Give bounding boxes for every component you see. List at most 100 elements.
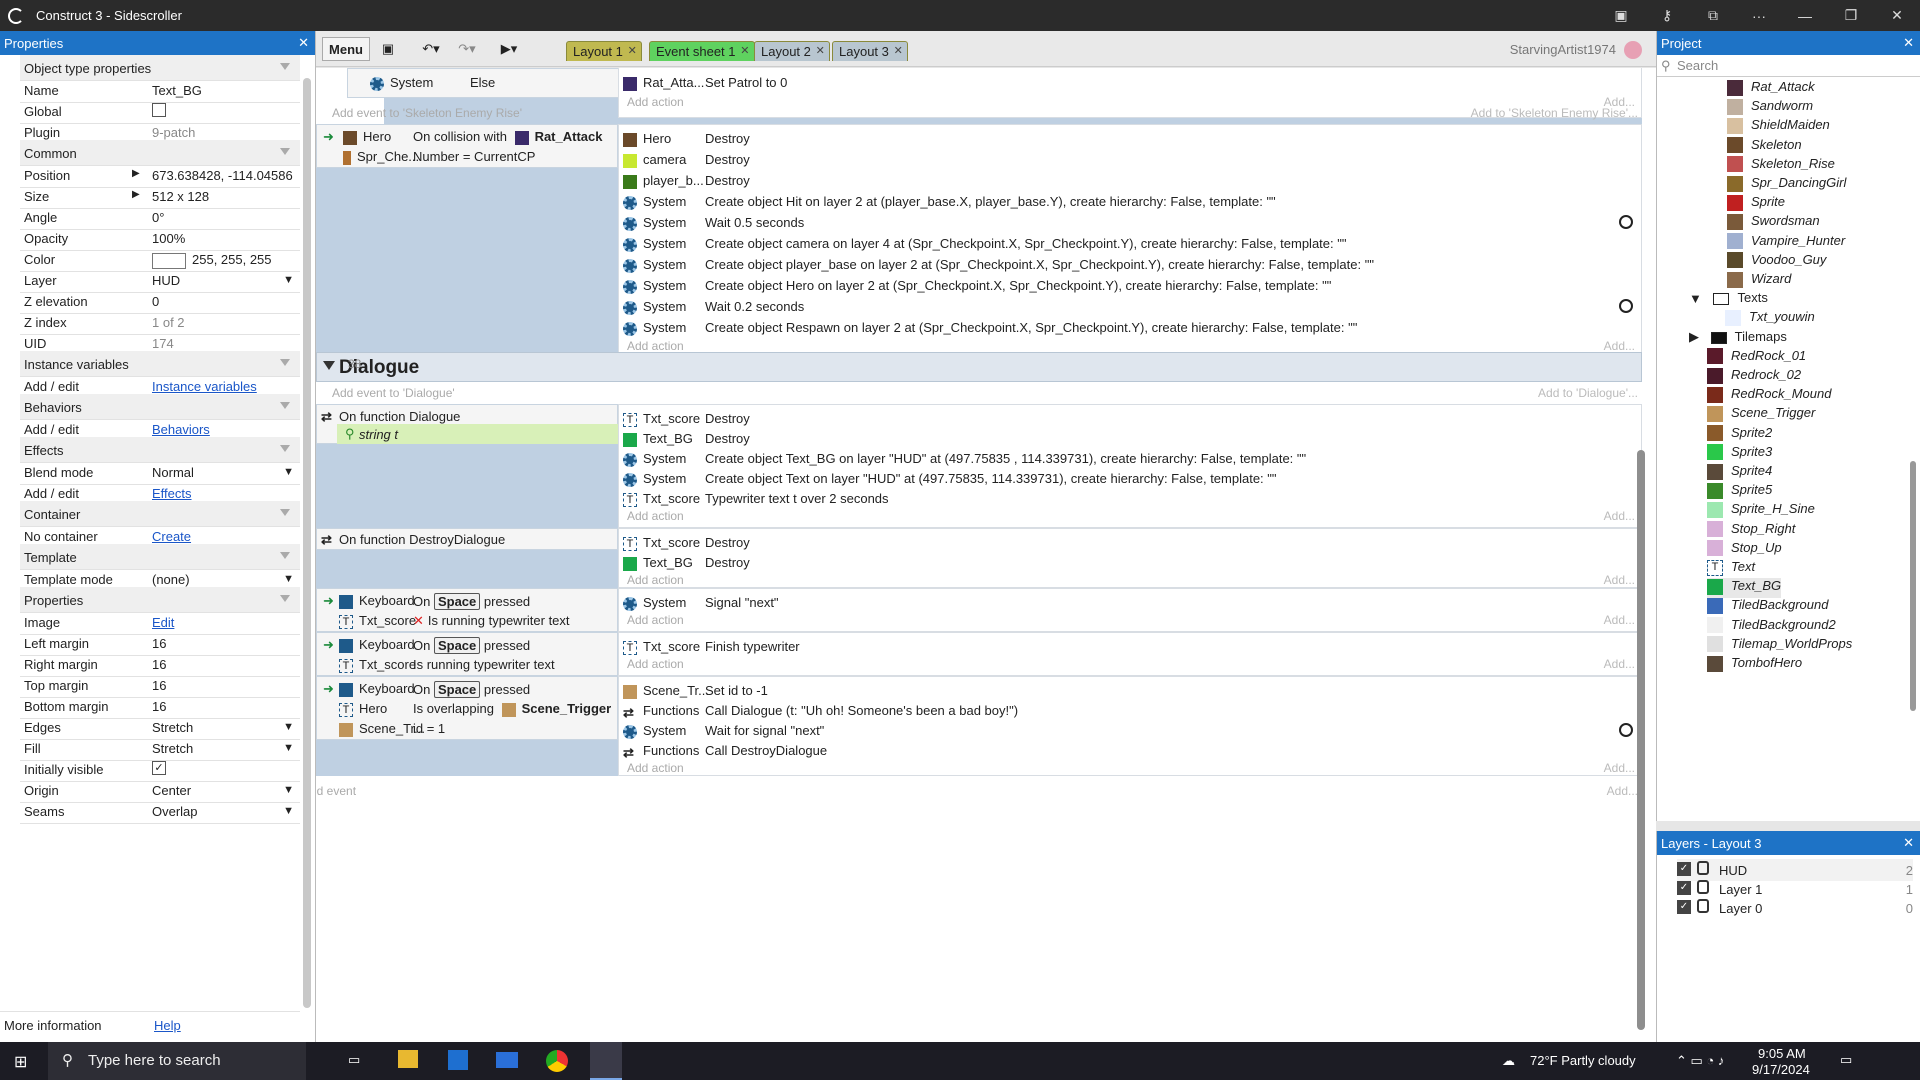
add-to-group-link[interactable]: Add to 'Dialogue'... (1538, 386, 1638, 400)
project-folder[interactable]: ▼ Texts (1689, 290, 1768, 310)
weather-text[interactable]: 72°F Partly cloudy (1530, 1053, 1636, 1068)
project-item[interactable]: Skeleton_Rise (1727, 156, 1835, 176)
condition-block[interactable]: ➜ Keyboard On Space pressed T Txt_score ✕ Is r… (316, 588, 618, 632)
action-row[interactable]: System Create object Hero on layer 2 at (… (619, 274, 1641, 296)
collapse-icon[interactable] (280, 509, 290, 516)
more-icon[interactable]: ··· (1736, 8, 1782, 24)
property-value-cell[interactable]: 174 (152, 336, 174, 351)
project-item[interactable]: Sprite_H_Sine (1707, 501, 1815, 521)
property-value-cell[interactable]: Normal (152, 465, 194, 480)
project-item[interactable]: Scene_Trigger (1707, 405, 1815, 425)
add-more-link[interactable]: Add... (1607, 784, 1638, 798)
project-item[interactable]: Sprite (1727, 194, 1785, 214)
expand-icon[interactable]: ▶ (132, 189, 140, 200)
project-item[interactable]: Sprite5 (1707, 482, 1772, 502)
action-row[interactable]: System Wait 0.2 seconds (619, 295, 1641, 317)
clock-time[interactable]: 9:05 AM (1758, 1046, 1806, 1061)
project-item[interactable]: Tilemap_WorldProps (1707, 636, 1852, 656)
close-icon[interactable]: ✕ (1903, 35, 1914, 51)
help-link[interactable]: Help (154, 1018, 181, 1033)
action-row[interactable]: T Txt_score Destroy (619, 407, 1641, 429)
property-value-cell[interactable]: (none) (152, 572, 190, 587)
lock-icon[interactable] (1697, 899, 1709, 913)
add-action-link[interactable]: Add action (627, 613, 684, 627)
collapse-icon[interactable] (280, 359, 290, 366)
property-value-cell[interactable]: Create (152, 529, 191, 544)
property-value-cell[interactable]: 16 (152, 678, 166, 693)
close-icon[interactable]: ✕ (894, 44, 903, 57)
close-icon[interactable]: ✕ (298, 35, 309, 51)
close-button[interactable]: ✕ (1874, 7, 1920, 24)
project-item[interactable]: TiledBackground (1707, 597, 1828, 617)
action-row[interactable]: Hero Destroy (619, 127, 1641, 149)
visibility-checkbox[interactable]: ✓ (1677, 900, 1691, 914)
chevron-down-icon[interactable]: ▼ (283, 721, 294, 733)
project-scrollbar[interactable] (1910, 461, 1916, 711)
redo-icon[interactable]: ↷▾ (452, 37, 482, 61)
add-action-link[interactable]: Add action (627, 573, 684, 587)
close-icon[interactable]: ✕ (628, 44, 637, 57)
add-action-link[interactable]: Add action (627, 95, 684, 109)
construct-taskbar-icon[interactable] (590, 1042, 622, 1080)
chevron-down-icon[interactable]: ▼ (283, 274, 294, 286)
property-value-cell[interactable]: Behaviors (152, 422, 210, 437)
property-value-cell[interactable]: Overlap (152, 804, 198, 819)
property-value-cell[interactable]: 0° (152, 210, 164, 225)
action-row[interactable]: ⇄ Functions Call Dialogue (t: "Uh oh! Some… (619, 699, 1641, 721)
action-row[interactable]: Text_BG Destroy (619, 427, 1641, 449)
add-action-link[interactable]: Add action (627, 339, 684, 353)
tray-icons[interactable]: ⌃ ▭ ◔ ♪ (1676, 1053, 1724, 1069)
property-value-cell[interactable]: 512 x 128 (152, 189, 209, 204)
property-value-cell[interactable]: Text_BG (152, 83, 202, 98)
property-value[interactable]: Effects (152, 486, 192, 501)
property-value-cell[interactable]: 16 (152, 699, 166, 714)
project-item[interactable]: Wizard (1727, 271, 1791, 291)
action-block[interactable]: Hero Destroy camera Destroy player_b... Destr… (618, 124, 1642, 356)
property-value-cell[interactable]: 9-patch (152, 125, 195, 140)
add-more-link[interactable]: Add... (1604, 509, 1635, 523)
visibility-checkbox[interactable]: ✓ (1677, 881, 1691, 895)
property-checkbox[interactable]: ✓ (152, 761, 166, 775)
property-value[interactable]: Create (152, 529, 191, 544)
project-item[interactable]: RedRock_Mound (1707, 386, 1831, 406)
action-row[interactable]: System Create object Hit on layer 2 at (p… (619, 190, 1641, 212)
layer-row[interactable]: ✓ Layer 0 0 (1677, 897, 1913, 919)
project-item[interactable]: ShieldMaiden (1727, 117, 1830, 137)
property-value-cell[interactable]: 0 (152, 294, 159, 309)
add-action-link[interactable]: Add action (627, 657, 684, 671)
close-icon[interactable]: ✕ (740, 44, 749, 57)
tab-layout-2[interactable]: Layout 2 ✕ (754, 41, 830, 61)
undo-icon[interactable]: ↶▾ (416, 37, 446, 61)
action-row[interactable]: System Wait for signal "next" (619, 719, 1641, 741)
collapse-icon[interactable] (280, 63, 290, 70)
condition-block[interactable]: ⇄ On function Dialogue ⚲ string t (316, 404, 619, 444)
menu-button[interactable]: Menu (322, 37, 370, 61)
taskbar-search[interactable]: ⚲ Type here to search (48, 1042, 306, 1080)
collapse-icon[interactable] (323, 361, 335, 370)
properties-scrollbar[interactable] (303, 78, 311, 1008)
project-item[interactable]: Swordsman (1727, 213, 1820, 233)
lock-icon[interactable] (1697, 861, 1709, 875)
project-item[interactable]: Voodoo_Guy (1727, 252, 1826, 272)
property-value[interactable]: Behaviors (152, 422, 210, 437)
project-item[interactable]: TombofHero (1707, 655, 1802, 675)
action-row[interactable]: System Create object Respawn on layer 2 a… (619, 316, 1641, 338)
property-value-cell[interactable]: 16 (152, 636, 166, 651)
mail-icon[interactable] (496, 1052, 518, 1068)
chevron-down-icon[interactable]: ▼ (283, 805, 294, 817)
add-to-group-link[interactable]: Add to 'Skeleton Enemy Rise'... (1471, 106, 1638, 120)
project-item[interactable]: Stop_Up (1707, 540, 1782, 560)
add-action-link[interactable]: Add action (627, 509, 684, 523)
add-more-link[interactable]: Add... (1604, 339, 1635, 353)
project-item[interactable]: Txt_youwin (1725, 309, 1815, 329)
project-item[interactable]: Text_BG (1707, 578, 1782, 599)
close-icon[interactable]: ✕ (816, 44, 825, 57)
task-view-icon[interactable]: ▭ (348, 1052, 360, 1068)
project-item[interactable]: Stop_Right (1707, 521, 1795, 541)
property-value-cell[interactable]: Effects (152, 486, 192, 501)
panel-icon[interactable]: ▣ (1598, 7, 1644, 24)
group-header[interactable]: Dialogue (316, 352, 1642, 382)
tab-event-sheet-1[interactable]: Event sheet 1 ✕ (649, 41, 755, 61)
windows-start-icon[interactable]: ⊞ (14, 1052, 27, 1072)
project-item[interactable]: Sandworm (1727, 98, 1813, 118)
